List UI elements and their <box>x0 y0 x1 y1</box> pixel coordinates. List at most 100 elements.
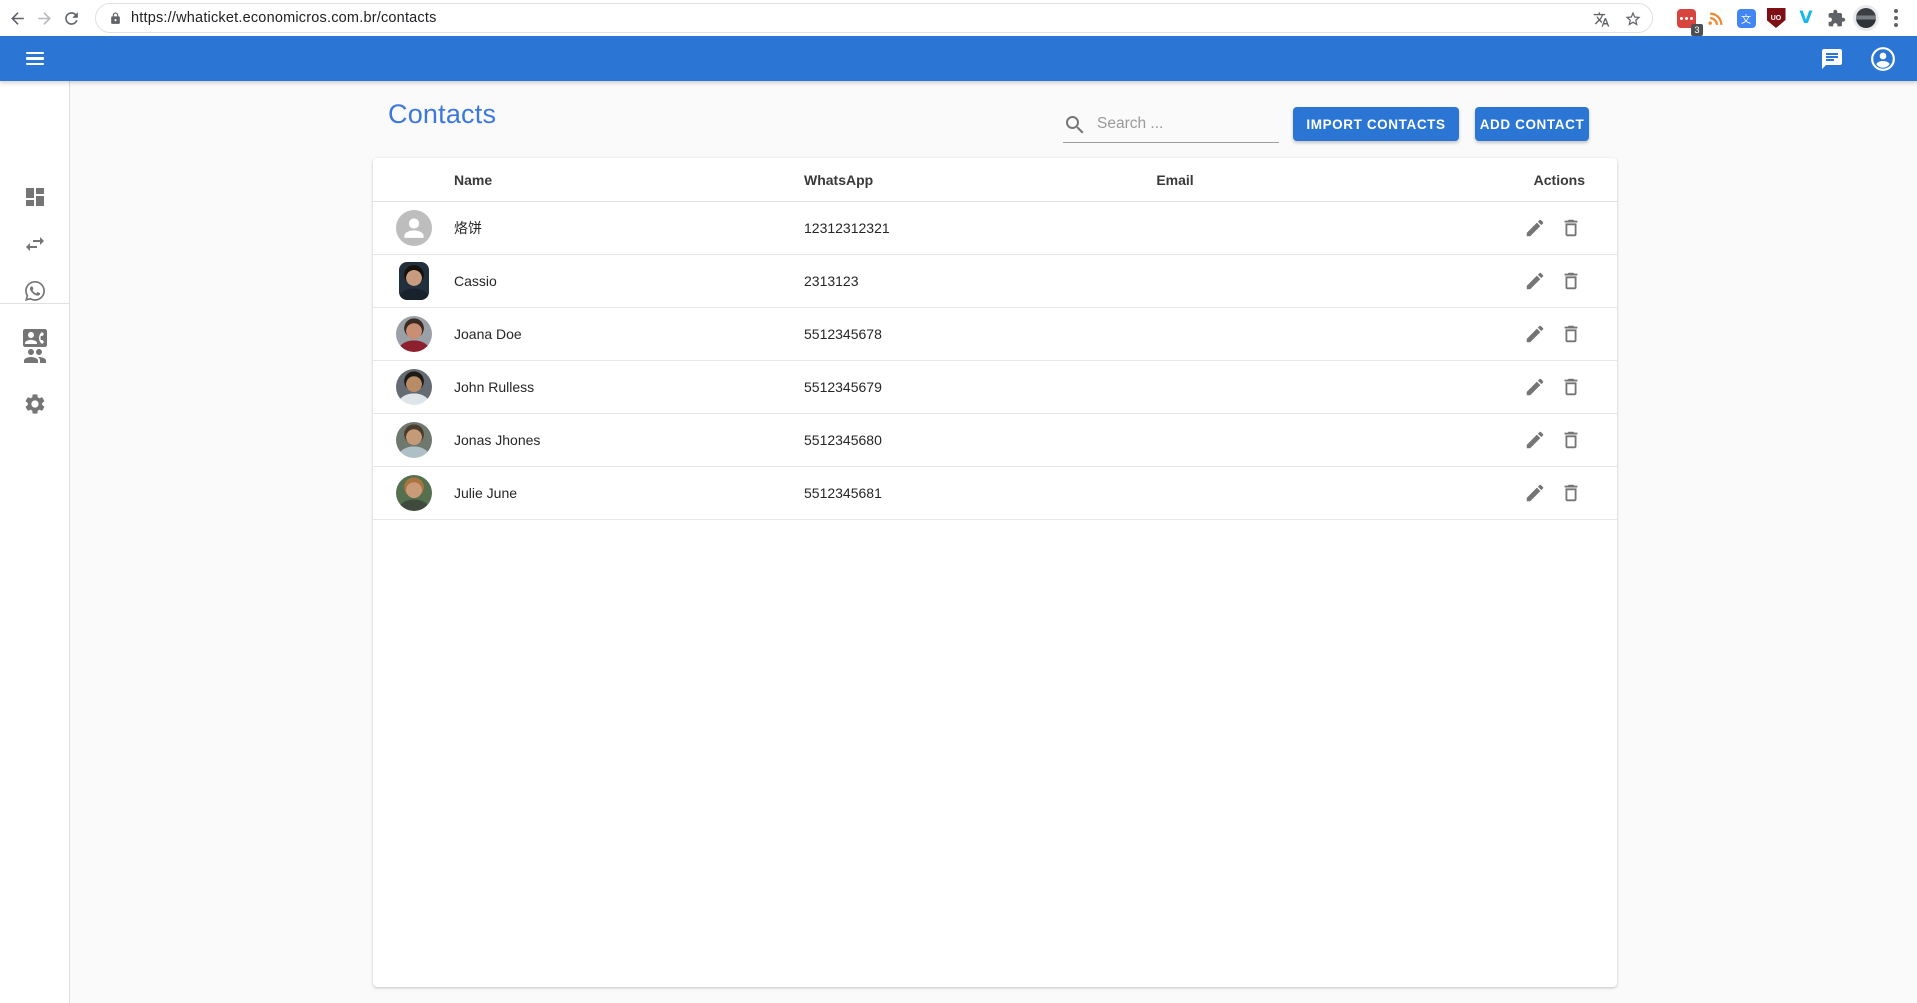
search-field <box>1063 109 1279 143</box>
app-bar <box>0 36 1917 81</box>
delete-contact-button[interactable] <box>1557 373 1585 401</box>
trash-icon <box>1560 217 1582 239</box>
table-row: Julie June 5512345681 <box>373 467 1617 520</box>
contact-whatsapp: 5512345678 <box>804 326 1084 342</box>
reload-button[interactable] <box>58 5 84 31</box>
gear-icon <box>23 392 47 416</box>
delete-contact-button[interactable] <box>1557 320 1585 348</box>
contacts-table-card: Name WhatsApp Email Actions 烙饼 123123123… <box>373 158 1617 987</box>
whatsapp-icon <box>23 279 47 303</box>
browser-toolbar: https://whaticket.economicros.com.br/con… <box>0 0 1917 36</box>
contact-avatar <box>396 369 432 405</box>
pencil-icon <box>1524 376 1546 398</box>
contact-whatsapp: 2313123 <box>804 273 1084 289</box>
table-row: Cassio 2313123 <box>373 255 1617 308</box>
pencil-icon <box>1524 323 1546 345</box>
sidebar-item-users[interactable] <box>22 343 48 369</box>
edit-contact-button[interactable] <box>1521 214 1549 242</box>
swap-arrows-icon <box>23 232 47 256</box>
edit-contact-button[interactable] <box>1521 426 1549 454</box>
bookmark-star-icon[interactable] <box>1624 10 1642 28</box>
search-input[interactable] <box>1097 111 1275 137</box>
menu-button[interactable] <box>17 43 53 74</box>
dashboard-icon <box>23 185 47 209</box>
contact-name: Julie June <box>454 485 804 501</box>
name-column-header: Name <box>454 172 804 188</box>
address-bar[interactable]: https://whaticket.economicros.com.br/con… <box>95 3 1653 33</box>
chat-button[interactable] <box>1818 45 1846 73</box>
edit-contact-button[interactable] <box>1521 267 1549 295</box>
search-underline <box>1063 142 1279 143</box>
sidebar-item-tickets[interactable] <box>22 278 48 304</box>
add-contact-button[interactable]: ADD CONTACT <box>1475 107 1589 141</box>
contact-name: Jonas Jhones <box>454 432 804 448</box>
main-content: Contacts IMPORT CONTACTS ADD CONTACT Nam… <box>70 81 1917 1003</box>
contact-name: Joana Doe <box>454 326 804 342</box>
trash-icon <box>1560 482 1582 504</box>
reload-icon <box>62 9 81 28</box>
edit-contact-button[interactable] <box>1521 479 1549 507</box>
delete-contact-button[interactable] <box>1557 426 1585 454</box>
contact-name: John Rulless <box>454 379 804 395</box>
ublock-extension-icon[interactable]: UO <box>1761 3 1791 33</box>
vimeo-extension-icon[interactable]: V <box>1791 3 1821 33</box>
contact-whatsapp: 5512345679 <box>804 379 1084 395</box>
contact-whatsapp: 5512345680 <box>804 432 1084 448</box>
trash-icon <box>1560 376 1582 398</box>
screen: https://whaticket.economicros.com.br/con… <box>0 0 1917 1003</box>
contact-name: 烙饼 <box>454 218 804 238</box>
account-button[interactable] <box>1869 45 1897 73</box>
actions-column-header: Actions <box>1266 172 1617 188</box>
translate-icon[interactable] <box>1593 11 1610 28</box>
menu-dots-icon <box>1890 9 1902 27</box>
search-icon <box>1063 113 1087 142</box>
pencil-icon <box>1524 217 1546 239</box>
back-button[interactable] <box>4 5 30 31</box>
url-text: https://whaticket.economicros.com.br/con… <box>131 10 437 26</box>
page-title: Contacts <box>388 99 496 130</box>
import-contacts-button[interactable]: IMPORT CONTACTS <box>1293 107 1459 141</box>
trash-icon <box>1560 270 1582 292</box>
edit-contact-button[interactable] <box>1521 320 1549 348</box>
contact-avatar <box>396 210 432 246</box>
lock-icon <box>109 12 122 25</box>
forward-arrow-icon <box>35 9 54 28</box>
table-row: John Rulless 5512345679 <box>373 361 1617 414</box>
sidebar-item-connections[interactable] <box>22 231 48 257</box>
trash-icon <box>1560 429 1582 451</box>
table-row: 烙饼 12312312321 <box>373 202 1617 255</box>
contact-avatar <box>396 316 432 352</box>
browser-profile-avatar[interactable] <box>1851 3 1881 33</box>
sidebar-divider <box>0 303 70 304</box>
email-column-header: Email <box>1084 172 1266 188</box>
people-icon <box>23 344 47 368</box>
contact-avatar <box>396 422 432 458</box>
account-circle-icon <box>1870 46 1896 72</box>
whatsapp-column-header: WhatsApp <box>804 172 1084 188</box>
sidebar <box>0 81 70 1003</box>
forward-button[interactable] <box>31 5 57 31</box>
red-extension-icon[interactable]: 3 <box>1671 3 1701 33</box>
translate-extension-icon[interactable]: 文 <box>1731 3 1761 33</box>
table-row: Jonas Jhones 5512345680 <box>373 414 1617 467</box>
edit-contact-button[interactable] <box>1521 373 1549 401</box>
trash-icon <box>1560 323 1582 345</box>
table-body: 烙饼 12312312321 Cassio 2313123 <box>373 202 1617 520</box>
rss-extension-icon[interactable] <box>1701 3 1731 33</box>
delete-contact-button[interactable] <box>1557 479 1585 507</box>
table-row: Joana Doe 5512345678 <box>373 308 1617 361</box>
contact-avatar <box>396 475 432 511</box>
delete-contact-button[interactable] <box>1557 214 1585 242</box>
contact-whatsapp: 12312312321 <box>804 220 1084 236</box>
sidebar-item-dashboard[interactable] <box>22 184 48 210</box>
contact-name: Cassio <box>454 273 804 289</box>
chat-icon <box>1820 47 1844 71</box>
pencil-icon <box>1524 482 1546 504</box>
pencil-icon <box>1524 429 1546 451</box>
pencil-icon <box>1524 270 1546 292</box>
puzzle-extension-icon[interactable] <box>1821 3 1851 33</box>
delete-contact-button[interactable] <box>1557 267 1585 295</box>
sidebar-item-settings[interactable] <box>22 391 48 417</box>
contact-avatar <box>399 262 429 300</box>
browser-menu-button[interactable] <box>1881 3 1911 33</box>
